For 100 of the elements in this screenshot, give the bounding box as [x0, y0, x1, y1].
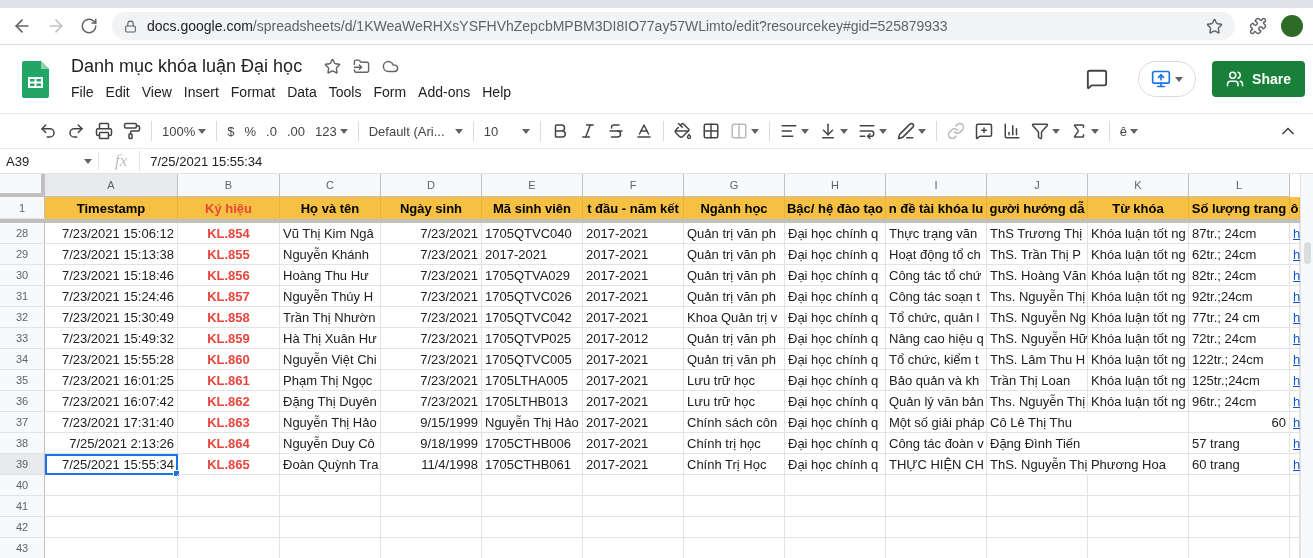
- people-icon: [1226, 70, 1245, 88]
- fill-handle[interactable]: [173, 470, 180, 477]
- selected-cell[interactable]: 7/25/2021 15:55:34: [45, 454, 178, 475]
- table-cell: 7/23/2021: [381, 328, 482, 349]
- row-number[interactable]: 37: [0, 412, 45, 433]
- cell-link[interactable]: h: [1293, 393, 1301, 409]
- menu-item[interactable]: Format: [224, 82, 282, 102]
- table-cell: 2017-2021: [583, 391, 684, 412]
- cell-link[interactable]: h: [1293, 267, 1301, 283]
- row-number[interactable]: 43: [0, 538, 45, 558]
- menu-item[interactable]: Form: [367, 82, 413, 102]
- table-cell: 7/23/2021 15:18:46: [45, 265, 178, 286]
- row-number[interactable]: 42: [0, 517, 45, 538]
- formula-value[interactable]: 7/25/2021 15:55:34: [140, 153, 263, 169]
- menu-item[interactable]: Data: [281, 82, 323, 102]
- cell-link[interactable]: h: [1293, 456, 1301, 472]
- paint-bucket-icon: [673, 122, 692, 140]
- cell-link[interactable]: h: [1293, 330, 1301, 346]
- row-number[interactable]: 34: [0, 349, 45, 370]
- code-text: KL.862: [207, 393, 250, 409]
- menu-item[interactable]: Help: [476, 82, 518, 102]
- column-header[interactable]: C: [280, 174, 381, 197]
- column-header[interactable]: L: [1189, 174, 1290, 197]
- font-size-dropdown[interactable]: 10: [478, 118, 535, 144]
- row-number[interactable]: 40: [0, 475, 45, 496]
- name-box[interactable]: A39: [0, 152, 99, 170]
- document-title[interactable]: Danh mục khóa luận Đại học: [71, 56, 303, 77]
- row-number[interactable]: 32: [0, 307, 45, 328]
- table-cell: 7/23/2021: [381, 391, 482, 412]
- cell-link[interactable]: h: [1293, 288, 1301, 304]
- cell-link[interactable]: h: [1293, 351, 1301, 367]
- row-number[interactable]: 29: [0, 244, 45, 265]
- column-header[interactable]: A: [45, 174, 178, 197]
- code-text: KL.854: [207, 225, 250, 241]
- caret-icon: [1090, 128, 1099, 134]
- menu-item[interactable]: Tools: [322, 82, 368, 102]
- menu-item[interactable]: Insert: [177, 82, 225, 102]
- avatar[interactable]: [1281, 15, 1303, 37]
- row-number[interactable]: 30: [0, 265, 45, 286]
- row-number[interactable]: 38: [0, 433, 45, 454]
- header-text: Ký hiệu: [205, 200, 252, 216]
- menu-item[interactable]: File: [71, 82, 100, 102]
- column-header[interactable]: E: [482, 174, 583, 197]
- table-cell: Khóa luận tốt ng: [1088, 223, 1189, 244]
- cell-link[interactable]: h: [1293, 435, 1301, 451]
- row-number[interactable]: 31: [0, 286, 45, 307]
- percent-button[interactable]: %: [239, 118, 262, 144]
- menu-item[interactable]: Add-ons: [412, 82, 477, 102]
- row-number[interactable]: 28: [0, 223, 45, 244]
- number-format-dropdown[interactable]: 123: [309, 118, 353, 144]
- table-cell: Cô Lê Thị Thu: [987, 412, 1189, 433]
- chart-icon: [1002, 122, 1021, 140]
- cell-link[interactable]: h: [1293, 225, 1301, 241]
- row-number[interactable]: 41: [0, 496, 45, 517]
- table-cell: 9/15/1999: [381, 412, 482, 433]
- row-number[interactable]: 33: [0, 328, 45, 349]
- row-number[interactable]: 36: [0, 391, 45, 412]
- increase-decimals-button[interactable]: .00: [281, 118, 310, 144]
- table-cell: 7/23/2021: [381, 265, 482, 286]
- row-number[interactable]: 35: [0, 370, 45, 391]
- column-header[interactable]: F: [583, 174, 684, 197]
- column-header[interactable]: K: [1088, 174, 1189, 197]
- share-button[interactable]: Share: [1212, 61, 1305, 97]
- column-header[interactable]: J: [987, 174, 1088, 197]
- cell-link[interactable]: h: [1293, 414, 1301, 430]
- column-header[interactable]: H: [785, 174, 886, 197]
- present-button[interactable]: [1138, 61, 1197, 97]
- column-header[interactable]: B: [178, 174, 280, 197]
- input-tools-button[interactable]: ê: [1114, 118, 1143, 144]
- table-cell: Đại học chính q: [785, 307, 886, 328]
- scrollbar-thumb[interactable]: [1303, 242, 1311, 264]
- table-cell: Đại học chính q: [785, 370, 886, 391]
- row-number[interactable]: 39: [0, 454, 45, 475]
- merge-icon: [729, 122, 748, 140]
- table-cell: ThS. Nguyễn Ng: [987, 307, 1088, 328]
- menu-item[interactable]: Edit: [99, 82, 136, 102]
- text-rotation-icon: [896, 122, 915, 140]
- address-bar[interactable]: docs.google.com/spreadsheets/d/1KWeaWeRHXsYSFHVhZepcbMPBM3DI8IO77ay57WLimto/edit?resourcekey#gid=525879933: [112, 12, 1235, 40]
- font-dropdown[interactable]: Default (Ari...: [363, 118, 468, 144]
- menu-item[interactable]: View: [135, 82, 178, 102]
- spreadsheet-logo-icon[interactable]: [22, 60, 49, 98]
- decrease-decimals-button[interactable]: .0: [261, 118, 282, 144]
- table-cell: Đại học chính q: [785, 223, 886, 244]
- column-header[interactable]: D: [381, 174, 482, 197]
- column-header[interactable]: I: [886, 174, 987, 197]
- table-cell: ThS. Lâm Thu H: [987, 349, 1088, 370]
- table-cell: Nguyễn Khánh: [280, 244, 381, 265]
- table-cell: 96tr.; 24cm: [1189, 391, 1290, 412]
- paint-roller-icon: [123, 122, 141, 140]
- table-cell: 122tr.; 24cm: [1189, 349, 1290, 370]
- table-cell: Đặng Thị Duyên: [280, 391, 381, 412]
- row-number[interactable]: 1: [0, 197, 45, 219]
- cell-link[interactable]: h: [1293, 372, 1301, 388]
- cell-link[interactable]: h: [1293, 309, 1301, 325]
- currency-button[interactable]: $: [222, 118, 240, 144]
- zoom-dropdown[interactable]: 100%: [157, 118, 212, 144]
- cell-link[interactable]: h: [1293, 246, 1301, 262]
- table-cell: Đại học chính q: [785, 328, 886, 349]
- caret-icon: [1051, 128, 1060, 134]
- column-header[interactable]: G: [684, 174, 785, 197]
